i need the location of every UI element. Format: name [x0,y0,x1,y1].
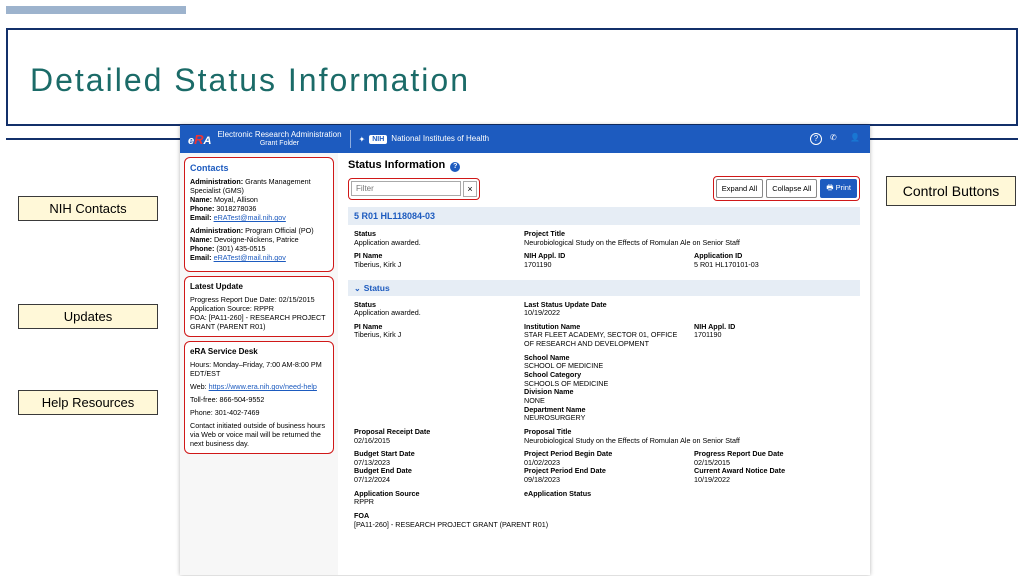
slide-accent-bar [6,6,186,14]
callout-updates: Updates [18,304,158,329]
info-icon[interactable]: ? [450,162,460,172]
latest-update-panel: Latest Update Progress Report Due Date: … [184,276,334,337]
callout-help: Help Resources [18,390,158,415]
filter-clear-button[interactable]: × [463,181,477,197]
app-window: eRA Electronic Research Administration G… [180,125,870,575]
gms-email-link[interactable]: eRATest@mail.nih.gov [214,213,286,222]
app-name: Electronic Research Administration [217,131,341,139]
callout-control-buttons: Control Buttons [886,176,1016,206]
po-email-link[interactable]: eRATest@mail.nih.gov [214,253,286,262]
app-header-bar: eRA Electronic Research Administration G… [180,125,870,153]
help-heading: eRA Service Desk [190,347,328,356]
control-buttons-group: Expand All Collapse All 🖶 Print [713,176,860,201]
header-divider [350,130,351,148]
filter-group: × [348,178,480,200]
contact-po: Administration: Program Official (PO) Na… [190,226,328,262]
contact-gms: Administration: Grants Management Specia… [190,177,328,222]
expand-all-button[interactable]: Expand All [716,179,763,198]
slide-title: Detailed Status Information [30,62,470,99]
main-content: Status Information ? × Expand All Collap… [338,153,870,575]
contacts-title: Contacts [190,163,328,173]
grant-id-header: 5 R01 HL118084-03 [348,207,860,225]
nih-badge: NIH [369,135,387,144]
sidebar: Contacts Administration: Grants Manageme… [180,153,338,575]
update-heading: Latest Update [190,282,328,291]
nih-text: National Institutes of Health [391,135,489,143]
help-web-link[interactable]: https://www.era.nih.gov/need-help [209,382,317,391]
phone-icon[interactable]: ✆ [830,133,842,145]
service-desk-panel: eRA Service Desk Hours: Monday–Friday, 7… [184,341,334,454]
user-icon[interactable]: 👤 [850,133,862,145]
status-accordion-header[interactable]: ⌄Status [348,280,860,296]
hhs-icon: ✦ [359,135,366,144]
chevron-down-icon: ⌄ [354,284,361,293]
contacts-panel: Contacts Administration: Grants Manageme… [184,157,334,272]
filter-input[interactable] [351,181,461,196]
callout-nih-contacts: NIH Contacts [18,196,158,221]
summary-fields: StatusApplication awarded. Project Title… [348,225,860,278]
print-button[interactable]: 🖶 Print [820,179,857,198]
collapse-all-button[interactable]: Collapse All [766,179,817,198]
page-title: Status Information ? [348,159,860,172]
era-logo: eRA [188,132,211,147]
help-icon[interactable]: ? [810,133,822,145]
app-name-block: Electronic Research Administration Grant… [217,131,341,147]
app-subtitle: Grant Folder [217,140,341,147]
status-detail-fields: StatusApplication awarded. Last Status U… [348,296,860,538]
